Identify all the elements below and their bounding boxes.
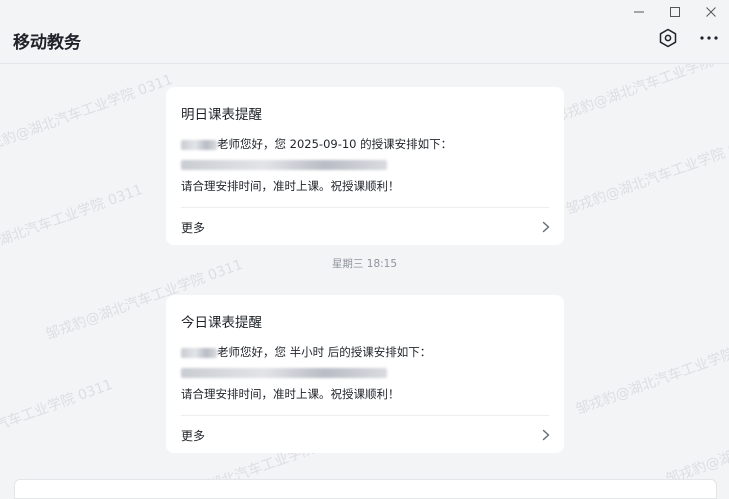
- closing-line: 请合理安排时间，准时上课。祝授课顺利！: [181, 387, 400, 401]
- minimize-icon[interactable]: [621, 0, 657, 24]
- card-title: 明日课表提醒: [181, 107, 262, 123]
- redacted-name: [181, 347, 217, 358]
- settings-hexagon-icon[interactable]: [657, 27, 679, 49]
- watermark: 邹戎豹@湖北汽车工业学院 0311: [573, 332, 729, 419]
- app-header: 移动教务: [0, 0, 729, 64]
- message-timestamp: 星期三 18:15: [331, 258, 398, 270]
- chevron-right-icon: [542, 429, 550, 441]
- watermark: 邹戎豹@湖北汽车工业学院 0311: [0, 71, 175, 159]
- more-link[interactable]: 更多: [166, 208, 564, 245]
- app-title: 移动教务: [13, 33, 81, 53]
- close-icon[interactable]: [693, 0, 729, 24]
- greeting-text: 老师您好，您 半小时 后的授课安排如下：: [217, 345, 432, 359]
- chevron-right-icon: [542, 221, 550, 233]
- watermark: 邹戎豹@湖北汽车工业学院 0311: [0, 376, 115, 464]
- watermark: 邹戎豹@湖北汽车工业学院 0311: [563, 131, 729, 219]
- more-icon[interactable]: [698, 27, 720, 49]
- closing-line: 请合理安排时间，准时上课。祝授课顺利！: [181, 179, 400, 193]
- maximize-icon[interactable]: [657, 0, 693, 24]
- watermark: 邹戎豹@湖北汽车工业学院 0311: [663, 402, 729, 487]
- more-label: 更多: [181, 221, 206, 235]
- greeting-line: 老师您好，您 2025-09-10 的授课安排如下：: [181, 136, 452, 152]
- redacted-schedule: [181, 159, 387, 170]
- window-controls: [621, 0, 729, 24]
- bottom-panel: [14, 479, 717, 499]
- redacted-schedule: [181, 367, 387, 378]
- watermark: 邹戎豹@湖北汽车工业学院 0311: [551, 64, 729, 127]
- more-link[interactable]: 更多: [166, 416, 564, 453]
- redacted-name: [181, 139, 217, 150]
- schedule-line: [181, 365, 387, 379]
- reminder-card-tomorrow: 明日课表提醒 老师您好，您 2025-09-10 的授课安排如下： 请合理安排时…: [166, 87, 564, 245]
- greeting-text: 老师您好，您 2025-09-10 的授课安排如下：: [217, 137, 453, 151]
- greeting-line: 老师您好，您 半小时 后的授课安排如下：: [181, 344, 431, 360]
- card-title: 今日课表提醒: [181, 315, 262, 331]
- schedule-line: [181, 157, 387, 171]
- reminder-card-today: 今日课表提醒 老师您好，您 半小时 后的授课安排如下： 请合理安排时间，准时上课…: [166, 295, 564, 453]
- more-label: 更多: [181, 429, 206, 443]
